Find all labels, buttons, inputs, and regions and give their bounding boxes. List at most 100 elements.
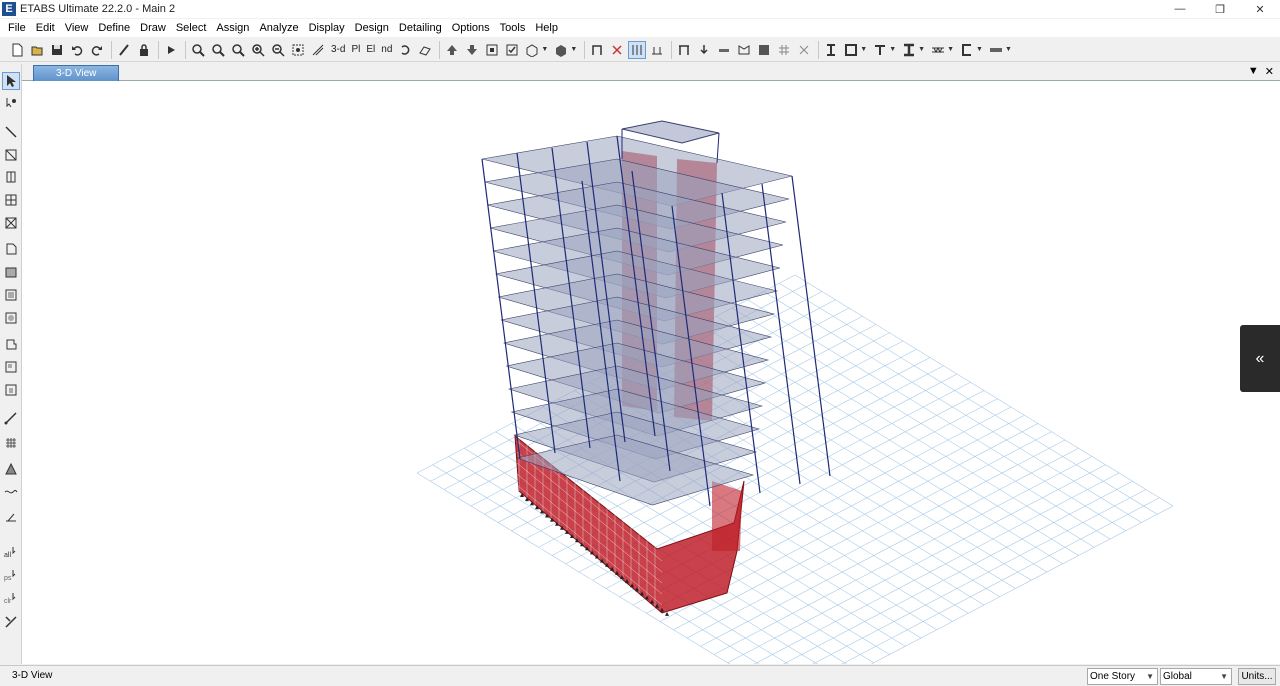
clear-select-icon[interactable]: clr bbox=[2, 589, 20, 607]
section-i-icon[interactable] bbox=[822, 41, 840, 59]
mesh-icon[interactable] bbox=[775, 41, 793, 59]
story-option-value: One Story bbox=[1090, 671, 1136, 682]
draw-floor-icon[interactable] bbox=[2, 240, 20, 258]
draw-grid-icon[interactable] bbox=[2, 434, 20, 452]
menu-analyze[interactable]: Analyze bbox=[254, 19, 303, 37]
close-window-button[interactable]: ✕ bbox=[1240, 0, 1280, 18]
draw-wall-stack-icon[interactable] bbox=[2, 358, 20, 376]
ground-grid-line bbox=[753, 472, 1120, 664]
window-title: ETABS Ultimate 22.2.0 - Main 2 bbox=[20, 3, 176, 15]
zoom-window-icon[interactable] bbox=[189, 41, 207, 59]
menu-display[interactable]: Display bbox=[304, 19, 350, 37]
coord-system-select[interactable]: Global ▼ bbox=[1160, 668, 1232, 685]
slab-icon[interactable] bbox=[715, 41, 733, 59]
units-button[interactable]: Units... bbox=[1238, 668, 1276, 685]
new-model-icon[interactable] bbox=[8, 41, 26, 59]
move-down-icon[interactable] bbox=[463, 41, 481, 59]
draw-wall-icon[interactable] bbox=[2, 335, 20, 353]
ground-grid-line bbox=[812, 489, 1147, 664]
draw-rebar-icon[interactable] bbox=[2, 508, 20, 526]
extrude-icon[interactable] bbox=[523, 41, 541, 59]
draw-link-icon[interactable] bbox=[2, 409, 20, 427]
story-option-select[interactable]: One Story ▼ bbox=[1087, 668, 1158, 685]
menu-view[interactable]: View bbox=[60, 19, 94, 37]
tab-list-dropdown-icon[interactable]: ▼ bbox=[1248, 65, 1259, 78]
redo-icon[interactable] bbox=[88, 41, 106, 59]
penthouse-column bbox=[716, 132, 720, 164]
rotate-icon[interactable] bbox=[396, 41, 414, 59]
draw-brace-icon[interactable] bbox=[2, 214, 20, 232]
undo-icon[interactable] bbox=[68, 41, 86, 59]
draw-opening-icon[interactable] bbox=[2, 309, 20, 327]
draw-quick-floor-icon[interactable] bbox=[2, 286, 20, 304]
section-plate-icon[interactable] bbox=[987, 41, 1005, 59]
auto-mesh-icon[interactable] bbox=[795, 41, 813, 59]
save-icon[interactable] bbox=[48, 41, 66, 59]
tab-3d-view[interactable]: 3-D View bbox=[33, 65, 119, 81]
reshape-icon[interactable] bbox=[2, 95, 20, 113]
run-analysis-icon[interactable] bbox=[162, 41, 180, 59]
menu-design[interactable]: Design bbox=[350, 19, 394, 37]
opening-icon[interactable] bbox=[755, 41, 773, 59]
nd-view-button[interactable]: nd bbox=[379, 41, 394, 59]
display-mode-icon[interactable] bbox=[552, 41, 570, 59]
view-3d-button[interactable]: 3-d bbox=[329, 41, 347, 59]
section-wide-i-icon[interactable] bbox=[900, 41, 918, 59]
draw-beam-icon[interactable] bbox=[2, 191, 20, 209]
draw-column-icon[interactable] bbox=[2, 168, 20, 186]
menu-draw[interactable]: Draw bbox=[135, 19, 171, 37]
menu-edit[interactable]: Edit bbox=[31, 19, 60, 37]
collapse-panel-icon[interactable]: « bbox=[1240, 325, 1280, 392]
model-viewport[interactable]: « bbox=[22, 81, 1280, 664]
rubber-band-icon[interactable] bbox=[309, 41, 327, 59]
menu-file[interactable]: File bbox=[3, 19, 31, 37]
perspective-icon[interactable] bbox=[416, 41, 434, 59]
ground-grid-line bbox=[747, 299, 1126, 532]
support-icon[interactable] bbox=[648, 41, 666, 59]
minimize-button[interactable]: — bbox=[1160, 0, 1200, 18]
ground-grid-line bbox=[794, 274, 1174, 507]
zoom-out-icon[interactable] bbox=[269, 41, 287, 59]
wall-view-icon[interactable] bbox=[628, 40, 647, 59]
wall-icon[interactable] bbox=[735, 41, 753, 59]
beam-icon[interactable] bbox=[675, 41, 693, 59]
section-channel-icon[interactable] bbox=[958, 41, 976, 59]
zoom-in-icon[interactable] bbox=[249, 41, 267, 59]
menu-detailing[interactable]: Detailing bbox=[394, 19, 447, 37]
close-view-icon[interactable]: ✕ bbox=[1265, 65, 1274, 78]
zoom-full-icon[interactable] bbox=[229, 41, 247, 59]
move-up-icon[interactable] bbox=[443, 41, 461, 59]
menu-assign[interactable]: Assign bbox=[211, 19, 254, 37]
menu-help[interactable]: Help bbox=[530, 19, 563, 37]
brace-icon[interactable] bbox=[608, 41, 626, 59]
object-shrink-icon[interactable] bbox=[483, 41, 501, 59]
restore-button[interactable]: ❐ bbox=[1200, 0, 1240, 18]
load-icon[interactable] bbox=[695, 41, 713, 59]
pointer-icon[interactable] bbox=[2, 72, 20, 90]
select-all-icon[interactable]: all bbox=[2, 543, 20, 561]
zoom-restore-icon[interactable] bbox=[209, 41, 227, 59]
draw-dimension-icon[interactable] bbox=[2, 460, 20, 478]
menu-options[interactable]: Options bbox=[447, 19, 495, 37]
draw-tendon-icon[interactable] bbox=[2, 483, 20, 501]
snap-options-icon[interactable] bbox=[2, 613, 20, 631]
plan-view-button[interactable]: Pl bbox=[349, 41, 362, 59]
draw-joint-icon[interactable] bbox=[2, 123, 20, 141]
section-t-icon[interactable] bbox=[871, 41, 889, 59]
draw-rect-floor-icon[interactable] bbox=[2, 263, 20, 281]
previous-select-icon[interactable]: ps bbox=[2, 566, 20, 584]
lock-icon[interactable] bbox=[135, 41, 153, 59]
section-box-icon[interactable] bbox=[842, 41, 860, 59]
refresh-window-icon[interactable] bbox=[115, 41, 133, 59]
frame-icon[interactable] bbox=[588, 41, 606, 59]
open-icon[interactable] bbox=[28, 41, 46, 59]
set-display-options-icon[interactable] bbox=[503, 41, 521, 59]
draw-frame-icon[interactable] bbox=[2, 146, 20, 164]
elevation-view-button[interactable]: El bbox=[364, 41, 377, 59]
menu-define[interactable]: Define bbox=[93, 19, 135, 37]
draw-wall-opening-icon[interactable] bbox=[2, 381, 20, 399]
menu-tools[interactable]: Tools bbox=[495, 19, 531, 37]
pan-icon[interactable] bbox=[289, 41, 307, 59]
menu-select[interactable]: Select bbox=[171, 19, 212, 37]
section-truss-icon[interactable] bbox=[929, 41, 947, 59]
